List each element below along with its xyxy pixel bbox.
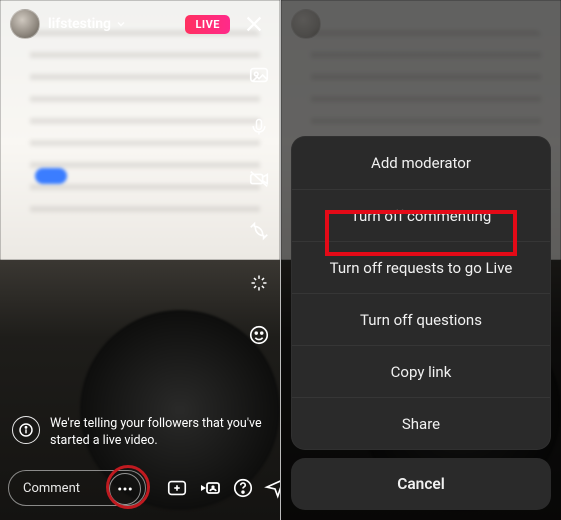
- comment-placeholder: Comment: [23, 481, 80, 496]
- sparkle-icon: [249, 273, 269, 293]
- live-badge: LIVE: [185, 15, 230, 34]
- questions-button[interactable]: [232, 473, 254, 503]
- sheet-cancel[interactable]: Cancel: [291, 458, 551, 510]
- action-sheet-group: Add moderator Turn off commenting Turn o…: [291, 136, 551, 450]
- add-media-icon: [166, 477, 188, 499]
- effects-button[interactable]: [244, 268, 274, 298]
- microphone-icon: [249, 117, 269, 137]
- sheet-item-turn-off-commenting[interactable]: Turn off commenting: [292, 189, 550, 241]
- avatar[interactable]: [10, 9, 40, 39]
- chevron-down-icon: [115, 18, 127, 30]
- action-sheet: Add moderator Turn off commenting Turn o…: [291, 136, 551, 510]
- comment-input[interactable]: Comment: [8, 470, 146, 506]
- username[interactable]: lifstesting: [48, 16, 127, 32]
- more-horizontal-icon: [116, 480, 134, 498]
- add-media-button[interactable]: [166, 473, 188, 503]
- sheet-item-label: Copy link: [391, 363, 452, 381]
- image-icon: [248, 64, 270, 86]
- sheet-item-turn-off-requests[interactable]: Turn off requests to go Live: [292, 241, 550, 293]
- live-bottombar: Comment: [8, 466, 272, 510]
- switch-camera-button[interactable]: [244, 216, 274, 246]
- notice-text: We're telling your followers that you've…: [50, 416, 268, 450]
- live-right-rail: [244, 60, 274, 350]
- sheet-item-label: Add moderator: [371, 154, 471, 172]
- question-icon: [232, 477, 254, 499]
- video-off-icon: [248, 168, 270, 190]
- sheet-item-turn-off-questions[interactable]: Turn off questions: [292, 293, 550, 345]
- live-screen: lifstesting LIVE: [0, 0, 280, 520]
- smile-icon: [248, 324, 270, 346]
- invite-button[interactable]: [198, 473, 222, 503]
- username-label: lifstesting: [48, 16, 111, 32]
- send-icon: [264, 477, 280, 499]
- action-sheet-screen: Add moderator Turn off commenting Turn o…: [281, 0, 561, 520]
- sheet-item-label: Turn off requests to go Live: [330, 259, 513, 277]
- live-topbar: lifstesting LIVE: [0, 0, 280, 48]
- sheet-item-add-moderator[interactable]: Add moderator: [292, 137, 550, 189]
- sheet-cancel-label: Cancel: [397, 475, 445, 493]
- close-button[interactable]: [238, 8, 270, 40]
- mic-button[interactable]: [244, 112, 274, 142]
- share-button[interactable]: [264, 473, 280, 503]
- flip-camera-icon: [248, 220, 270, 242]
- media-button[interactable]: [244, 60, 274, 90]
- invite-user-icon: [198, 476, 222, 500]
- sheet-item-copy-link[interactable]: Copy link: [292, 345, 550, 397]
- more-options-button[interactable]: [109, 473, 141, 505]
- sheet-item-label: Turn off questions: [360, 311, 482, 329]
- live-start-notice: We're telling your followers that you've…: [12, 416, 268, 450]
- close-icon: [243, 13, 265, 35]
- emoji-button[interactable]: [244, 320, 274, 350]
- info-icon: [12, 416, 40, 444]
- sheet-item-share[interactable]: Share: [292, 397, 550, 449]
- sheet-item-label: Turn off commenting: [351, 207, 492, 225]
- camera-button[interactable]: [244, 164, 274, 194]
- sheet-item-label: Share: [402, 415, 440, 433]
